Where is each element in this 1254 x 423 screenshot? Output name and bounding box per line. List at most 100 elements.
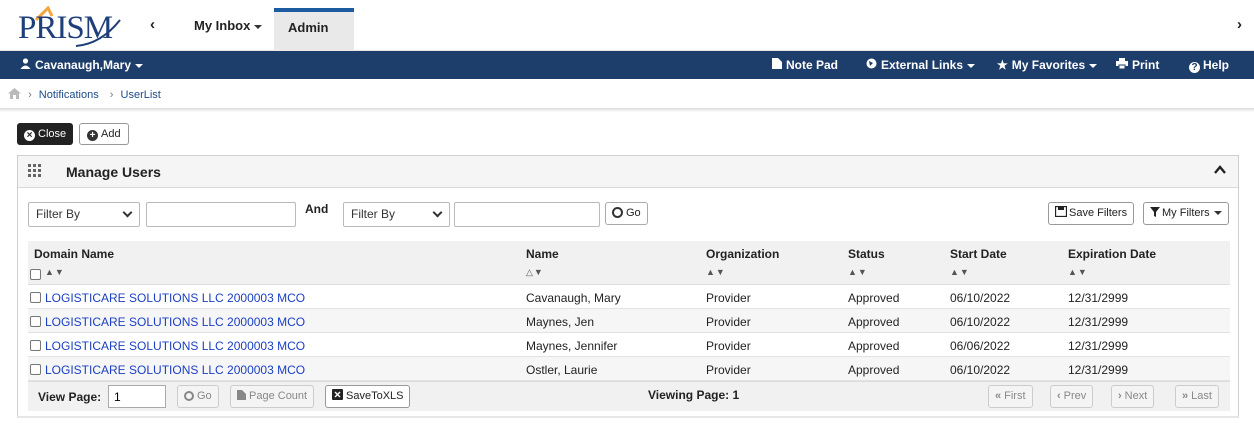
chevron-right-icon: › xyxy=(109,89,114,101)
domain-link[interactable]: LOGISTICARE SOLUTIONS LLC 2000003 MCO xyxy=(45,315,305,329)
save-filters-label: Save Filters xyxy=(1069,207,1128,219)
user-menu[interactable]: Cavanaugh,Mary xyxy=(20,58,144,72)
print-link[interactable]: Print xyxy=(1116,58,1159,72)
start-date-cell: 06/10/2022 xyxy=(950,291,1011,305)
and-label: And xyxy=(305,202,329,216)
page-count-button[interactable]: Page Count xyxy=(230,385,315,408)
user-name-cell: Cavanaugh, Mary xyxy=(526,291,621,305)
column-name[interactable]: Name xyxy=(526,247,559,261)
sort-icon[interactable]: △▼ xyxy=(526,267,544,278)
my-filters-button[interactable]: My Filters xyxy=(1143,202,1229,225)
close-button[interactable]: × Close xyxy=(17,123,74,145)
status-cell: Approved xyxy=(848,291,900,305)
sort-icon[interactable]: ▲▼ xyxy=(706,267,726,277)
last-page-button[interactable]: » Last xyxy=(1175,385,1219,408)
close-button-label: Close xyxy=(38,128,67,140)
chevron-up-icon[interactable] xyxy=(1214,165,1226,174)
start-date-cell: 06/10/2022 xyxy=(950,363,1011,377)
go-button[interactable]: Go xyxy=(605,202,648,225)
home-icon[interactable] xyxy=(8,88,21,99)
next-page-button[interactable]: › Next xyxy=(1111,385,1155,408)
domain-link[interactable]: LOGISTICARE SOLUTIONS LLC 2000003 MCO xyxy=(45,339,305,353)
help-label: Help xyxy=(1203,58,1230,72)
user-icon xyxy=(20,58,31,69)
view-page-label: View Page: xyxy=(38,390,102,404)
row-checkbox[interactable] xyxy=(30,364,41,375)
nav-forward-icon[interactable]: › xyxy=(1237,16,1242,33)
filter-by-select-2-value: Filter By xyxy=(351,207,396,221)
first-page-button[interactable]: «First xyxy=(988,385,1033,408)
table-footer: View Page: Go Page Count SaveToXLS Viewi… xyxy=(28,381,1230,411)
sort-icon[interactable]: ▲▼ xyxy=(45,267,65,277)
breadcrumb-notifications[interactable]: Notifications xyxy=(39,89,99,101)
table-row: LOGISTICARE SOLUTIONS LLC 2000003 MCO Ma… xyxy=(28,333,1230,357)
column-organization[interactable]: Organization xyxy=(706,247,779,261)
domain-link[interactable]: LOGISTICARE SOLUTIONS LLC 2000003 MCO xyxy=(45,291,305,305)
filter-text-1[interactable] xyxy=(146,202,296,227)
row-checkbox[interactable] xyxy=(30,316,41,327)
nav-admin[interactable]: Admin xyxy=(274,8,354,63)
table-row: LOGISTICARE SOLUTIONS LLC 2000003 MCO Ma… xyxy=(28,309,1230,333)
sort-icon[interactable]: ▲▼ xyxy=(950,267,970,277)
save-filters-button[interactable]: Save Filters xyxy=(1048,202,1135,225)
double-chevron-right-icon: » xyxy=(1182,390,1189,402)
filter-text-2[interactable] xyxy=(454,202,600,227)
view-page-input[interactable] xyxy=(108,385,166,408)
column-start-date[interactable]: Start Date xyxy=(950,247,1007,261)
prism-logo[interactable]: PRISM xyxy=(16,6,128,48)
manage-users-panel: Manage Users Filter By And Filter By Go … xyxy=(17,155,1239,417)
table-row: LOGISTICARE SOLUTIONS LLC 2000003 MCO Ca… xyxy=(28,285,1230,309)
nav-my-inbox[interactable]: My Inbox xyxy=(180,8,276,51)
prev-label: Prev xyxy=(1063,390,1087,402)
my-favorites-menu[interactable]: ★ My Favorites xyxy=(997,58,1098,72)
save-to-xls-button[interactable]: SaveToXLS xyxy=(325,385,411,408)
save-icon xyxy=(1054,205,1068,218)
excel-icon xyxy=(332,389,343,400)
table-row: LOGISTICARE SOLUTIONS LLC 2000003 MCO Os… xyxy=(28,357,1230,381)
add-button[interactable]: + Add xyxy=(79,123,129,145)
column-domain-name[interactable]: Domain Name xyxy=(34,247,114,261)
expiration-date-cell: 12/31/2999 xyxy=(1068,315,1129,329)
nav-back-icon[interactable]: ‹ xyxy=(150,16,155,33)
user-name: Cavanaugh,Mary xyxy=(35,58,132,72)
double-chevron-left-icon: « xyxy=(995,390,1002,402)
file-icon xyxy=(237,390,246,400)
sort-icon[interactable]: ▲▼ xyxy=(848,267,868,277)
filter-row: Filter By And Filter By Go Save Filters … xyxy=(18,189,1238,231)
page-go-button[interactable]: Go xyxy=(177,385,219,408)
go-circle-icon xyxy=(612,207,623,218)
status-cell: Approved xyxy=(848,339,900,353)
viewing-page-label: Viewing Page: 1 xyxy=(648,388,740,402)
start-date-cell: 06/10/2022 xyxy=(950,315,1011,329)
note-pad-link[interactable]: Note Pad xyxy=(772,58,838,72)
start-date-cell: 06/06/2022 xyxy=(950,339,1011,353)
breadcrumb-userlist[interactable]: UserList xyxy=(121,89,161,101)
nav-admin-label: Admin xyxy=(288,20,329,35)
top-nav: PRISM ‹ My Inbox Admin › xyxy=(0,0,1254,63)
organization-cell: Provider xyxy=(706,291,751,305)
row-checkbox[interactable] xyxy=(30,340,41,351)
page-go-label: Go xyxy=(197,390,212,402)
sort-icon[interactable]: ▲▼ xyxy=(1068,267,1088,277)
grid-icon xyxy=(28,164,41,177)
breadcrumb: › Notifications › UserList xyxy=(8,88,165,101)
organization-cell: Provider xyxy=(706,363,751,377)
prev-page-button[interactable]: ‹ Prev xyxy=(1050,385,1094,408)
column-expiration-date[interactable]: Expiration Date xyxy=(1068,247,1156,261)
note-pad-label: Note Pad xyxy=(786,58,839,72)
filter-by-select-1[interactable]: Filter By xyxy=(28,202,140,227)
users-table: Domain Name Name Organization Status Sta… xyxy=(28,241,1230,411)
external-links-menu[interactable]: External Links xyxy=(866,58,976,72)
column-status[interactable]: Status xyxy=(848,247,885,261)
chevron-down-icon xyxy=(135,63,144,68)
save-to-xls-label: SaveToXLS xyxy=(346,390,404,402)
row-checkbox[interactable] xyxy=(30,292,41,303)
domain-link[interactable]: LOGISTICARE SOLUTIONS LLC 2000003 MCO xyxy=(45,363,305,377)
help-link[interactable]: ? Help xyxy=(1189,58,1229,73)
chevron-down-icon xyxy=(254,24,263,29)
chevron-down-icon xyxy=(1089,63,1098,68)
select-all-checkbox[interactable] xyxy=(30,269,41,280)
filter-by-select-2[interactable]: Filter By xyxy=(343,202,450,227)
my-favorites-label: My Favorites xyxy=(1011,58,1086,72)
filter-by-select-1-value: Filter By xyxy=(36,207,81,221)
